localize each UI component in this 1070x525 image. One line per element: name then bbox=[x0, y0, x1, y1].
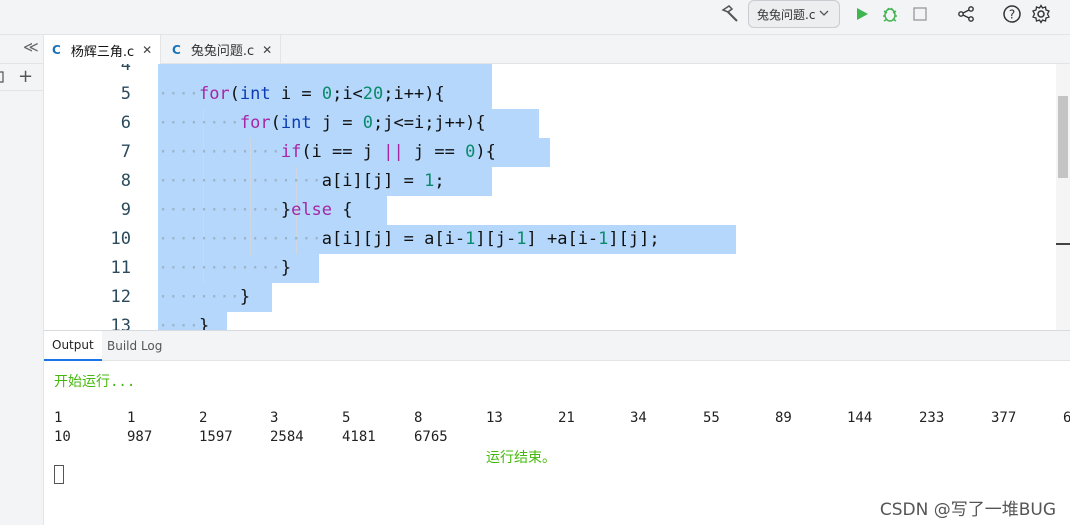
line-number: 12 bbox=[110, 287, 131, 307]
top-toolbar: 兔兔问题.c ? bbox=[0, 0, 1070, 35]
editor-tabbar: C 杨辉三角.c ✕ C 兔兔问题.c ✕ bbox=[44, 35, 1070, 65]
side-actions: + bbox=[0, 63, 44, 91]
stop-icon[interactable] bbox=[909, 3, 931, 25]
code-area[interactable]: ····for(int i = 0;i<20;i++){ ········for… bbox=[158, 64, 1058, 330]
output-value: 34 bbox=[630, 410, 647, 426]
code-editor[interactable]: 4 5 6 7 8 9 10 11 12 13 ····for(int i = … bbox=[44, 64, 1070, 330]
start-message: 开始运行... bbox=[54, 374, 136, 390]
tab-yanghui[interactable]: C 杨辉三角.c ✕ bbox=[44, 35, 162, 65]
output-value: 233 bbox=[919, 410, 945, 426]
line-number: 13 bbox=[110, 316, 131, 330]
collapse-icon[interactable]: ≪ bbox=[23, 38, 39, 56]
scroll-marker bbox=[1056, 243, 1070, 245]
tab-label: 杨辉三角.c bbox=[70, 44, 135, 60]
tab-build-log[interactable]: Build Log bbox=[99, 331, 170, 361]
output-value: 2 bbox=[199, 410, 208, 426]
chevron-down-icon bbox=[819, 9, 829, 20]
tab-label: 兔兔问题.c bbox=[190, 44, 255, 59]
code-line: ················a[i][j] = 1; bbox=[158, 171, 445, 191]
output-value: 4181 bbox=[342, 429, 376, 445]
settings-icon[interactable] bbox=[1030, 3, 1052, 25]
code-line: ········for(int j = 0;j<=i;j++){ bbox=[158, 113, 486, 133]
end-message: 运行结束。 bbox=[486, 450, 556, 466]
output-value: 2584 bbox=[270, 429, 304, 445]
ide-window: { "toolbar": { "run_config": "兔兔问题.c", "… bbox=[0, 0, 1070, 525]
output-value: 6 bbox=[1063, 410, 1070, 426]
code-line: ····for(int i = 0;i<20;i++){ bbox=[158, 84, 445, 104]
add-icon[interactable]: + bbox=[18, 66, 33, 87]
line-number: 8 bbox=[120, 171, 131, 191]
line-number: 4 bbox=[120, 64, 131, 75]
output-value: 8 bbox=[414, 410, 423, 426]
code-line: ············if(i == j || j == 0){ bbox=[158, 142, 496, 162]
output-value: 21 bbox=[558, 410, 575, 426]
editor-scrollbar[interactable] bbox=[1056, 64, 1070, 330]
output-value: 1 bbox=[127, 410, 136, 426]
close-icon[interactable]: ✕ bbox=[142, 43, 152, 57]
output-value: 13 bbox=[486, 410, 503, 426]
terminal-cursor[interactable] bbox=[54, 465, 64, 484]
line-number: 10 bbox=[110, 229, 131, 249]
tab-output[interactable]: Output bbox=[44, 331, 102, 361]
c-file-icon: C bbox=[52, 43, 61, 57]
output-value: 55 bbox=[703, 410, 720, 426]
output-value: 3 bbox=[270, 410, 279, 426]
scrollbar-thumb[interactable] bbox=[1058, 96, 1068, 178]
output-panel: Output Build Log 开始运行... 1 1 2 3 5 8 13 21 34 55 8… bbox=[44, 330, 1070, 525]
line-number: 11 bbox=[110, 258, 131, 278]
share-icon[interactable] bbox=[955, 3, 977, 25]
c-file-icon: C bbox=[172, 42, 181, 57]
run-config-label: 兔兔问题.c bbox=[757, 7, 816, 22]
output-value: 10 bbox=[54, 429, 71, 445]
output-value: 987 bbox=[127, 429, 153, 445]
code-line: ············} bbox=[158, 258, 292, 278]
code-line: ····} bbox=[158, 316, 210, 330]
run-icon[interactable] bbox=[851, 3, 873, 25]
output-value: 1 bbox=[54, 410, 63, 426]
output-value: 6765 bbox=[414, 429, 448, 445]
side-header: ≪ bbox=[0, 35, 44, 63]
debug-icon[interactable] bbox=[879, 3, 901, 25]
output-value: 5 bbox=[342, 410, 351, 426]
new-file-icon[interactable] bbox=[0, 69, 7, 83]
line-number: 5 bbox=[120, 84, 131, 104]
code-line: ············}else { bbox=[158, 200, 353, 220]
line-gutter: 4 5 6 7 8 9 10 11 12 13 bbox=[44, 64, 158, 330]
line-number: 7 bbox=[120, 142, 131, 162]
selection-block bbox=[158, 64, 492, 80]
output-value: 1597 bbox=[199, 429, 233, 445]
line-number: 6 bbox=[120, 113, 131, 133]
tab-rabbit[interactable]: C 兔兔问题.c ✕ bbox=[164, 35, 282, 64]
output-value: 89 bbox=[775, 410, 792, 426]
code-line: ················a[i][j] = a[i-1][j-1] +a… bbox=[158, 229, 660, 249]
output-value: 377 bbox=[991, 410, 1017, 426]
help-icon[interactable]: ? bbox=[1001, 3, 1023, 25]
svg-text:?: ? bbox=[1009, 8, 1015, 22]
panel-tabs: Output Build Log bbox=[44, 331, 1070, 361]
hammer-icon[interactable] bbox=[719, 3, 741, 25]
watermark: CSDN @写了一堆BUG bbox=[879, 500, 1056, 520]
code-line: ········} bbox=[158, 287, 251, 307]
output-value: 144 bbox=[847, 410, 873, 426]
line-number: 9 bbox=[120, 200, 131, 220]
close-icon[interactable]: ✕ bbox=[262, 43, 272, 57]
side-panel: ≪ + bbox=[0, 35, 44, 525]
run-config-select[interactable]: 兔兔问题.c bbox=[748, 0, 840, 28]
